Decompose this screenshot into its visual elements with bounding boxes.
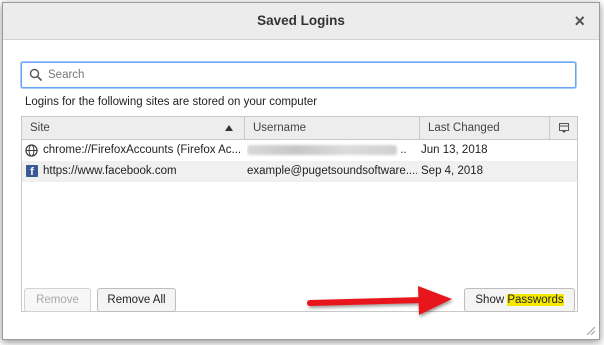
row-username: example@pugetsoundsoftware.... [247,165,417,177]
globe-icon [25,144,38,157]
dialog-content: Logins for the following sites are store… [3,40,599,339]
row-username-suffix: .. [400,144,407,156]
search-input[interactable] [46,64,570,86]
obscured-username [247,144,397,155]
show-passwords-label-highlight: Passwords [507,294,564,306]
row-site: chrome://FirefoxAccounts (Firefox Ac... [43,144,241,156]
show-passwords-button[interactable]: Show Passwords [464,288,575,312]
show-passwords-label-prefix: Show [475,294,508,306]
column-picker[interactable] [549,117,578,139]
row-site: https://www.facebook.com [43,165,177,177]
facebook-icon: f [26,165,38,178]
row-last-changed: Sep 4, 2018 [421,165,484,177]
row-last-changed: Jun 13, 2018 [421,144,488,156]
red-arrow-annotation [307,286,452,315]
table-row[interactable]: chrome://FirefoxAccounts (Firefox Ac... … [22,140,577,161]
remove-all-button[interactable]: Remove All [97,288,176,312]
column-picker-icon [559,123,569,133]
close-button[interactable]: × [574,3,585,39]
title-bar: Saved Logins × [3,3,599,40]
row-username: .. [247,140,417,161]
logins-description: Logins for the following sites are store… [25,96,318,108]
column-header-username[interactable]: Username [244,117,428,139]
logins-table: Site Username Last Changed chrome://Fire… [21,116,578,312]
resize-grip-icon[interactable] [585,325,595,335]
table-header: Site Username Last Changed [22,117,577,140]
sort-ascending-icon [225,125,233,131]
saved-logins-dialog: Saved Logins × Logins for the following … [2,2,600,340]
table-row[interactable]: f https://www.facebook.com example@puget… [22,161,577,182]
dialog-title: Saved Logins [257,13,345,28]
column-header-site[interactable]: Site [30,117,230,139]
column-header-last-changed[interactable]: Last Changed [419,117,556,139]
search-box[interactable] [21,62,576,88]
remove-button[interactable]: Remove [24,288,91,312]
search-icon [29,68,43,82]
